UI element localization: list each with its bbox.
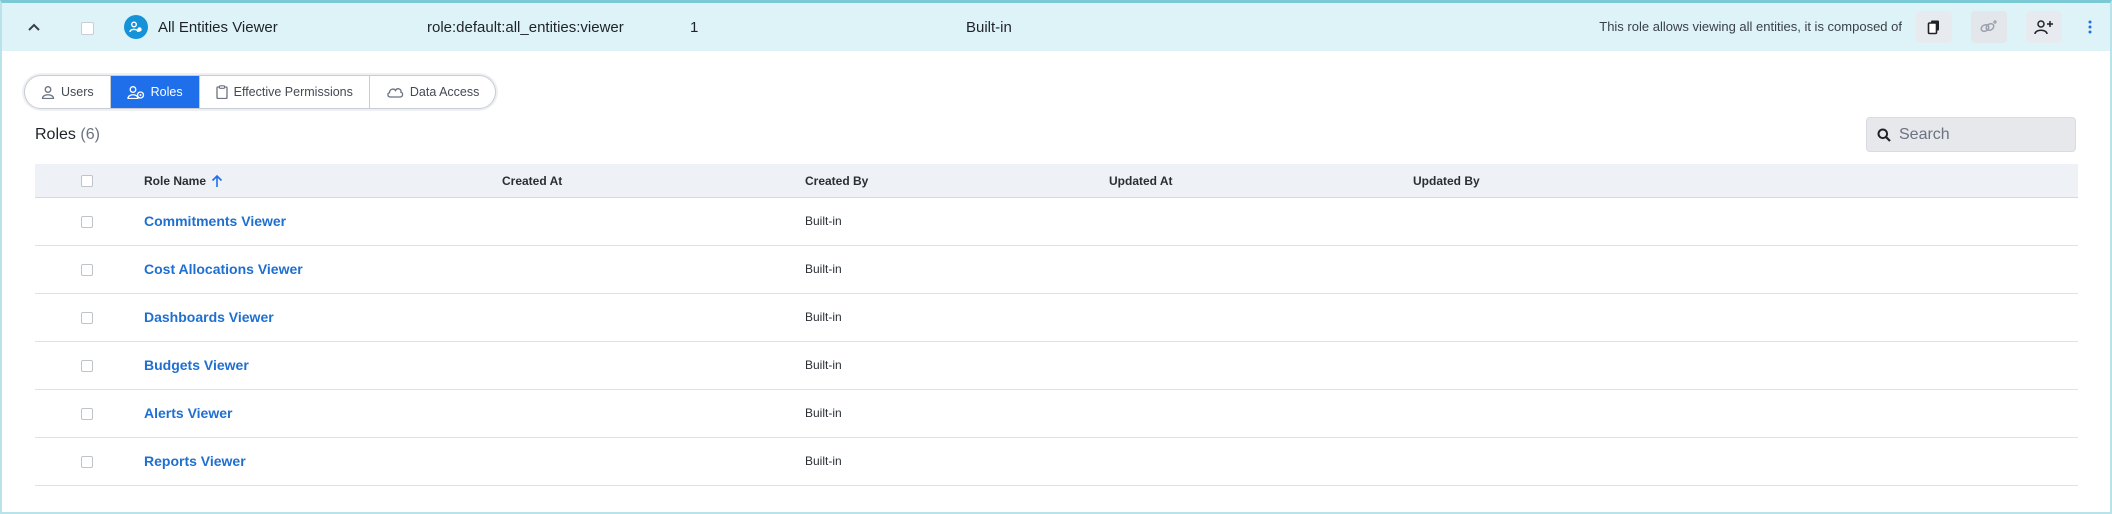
- column-header-updated-by[interactable]: Updated By: [1413, 174, 1480, 188]
- detail-tabs: Users Roles Effective Permissions Data A…: [24, 75, 497, 109]
- role-name-link[interactable]: Reports Viewer: [144, 453, 246, 469]
- section-title-label: Roles: [35, 126, 76, 143]
- role-name: All Entities Viewer: [158, 19, 278, 36]
- copy-icon: [1927, 20, 1939, 35]
- role-header-row[interactable]: All Entities Viewer role:default:all_ent…: [2, 3, 2110, 51]
- table-row[interactable]: Reports Viewer Built-in: [35, 438, 2078, 486]
- created-by-cell: Built-in: [805, 262, 842, 276]
- role-name-link[interactable]: Dashboards Viewer: [144, 309, 274, 325]
- role-type: Built-in: [966, 19, 1012, 36]
- chevron-up-icon[interactable]: [24, 17, 44, 37]
- created-by-cell: Built-in: [805, 310, 842, 324]
- created-by-cell: Built-in: [805, 358, 842, 372]
- section-title: Roles (6): [35, 126, 100, 144]
- tab-users-label: Users: [61, 85, 94, 99]
- row-checkbox[interactable]: [81, 312, 93, 324]
- row-checkbox[interactable]: [81, 456, 93, 468]
- role-name-link[interactable]: Budgets Viewer: [144, 357, 249, 373]
- table-row[interactable]: Budgets Viewer Built-in: [35, 342, 2078, 390]
- tab-data-access-label: Data Access: [409, 85, 480, 99]
- column-header-updated-at[interactable]: Updated At: [1109, 174, 1173, 188]
- row-checkbox[interactable]: [81, 408, 93, 420]
- created-by-cell: Built-in: [805, 406, 842, 420]
- link-role-button[interactable]: [1971, 11, 2007, 43]
- role-key: role:default:all_entities:viewer: [427, 19, 624, 36]
- select-all-checkbox[interactable]: [81, 175, 93, 187]
- sort-ascending-icon[interactable]: [210, 174, 224, 188]
- add-user-button[interactable]: [2026, 11, 2062, 43]
- roles-icon: [127, 86, 144, 99]
- table-row[interactable]: Alerts Viewer Built-in: [35, 390, 2078, 438]
- tab-effective-permissions-label: Effective Permissions: [233, 85, 353, 99]
- role-name-link[interactable]: Alerts Viewer: [144, 405, 232, 421]
- created-by-cell: Built-in: [805, 454, 842, 468]
- tab-roles[interactable]: Roles: [110, 76, 200, 108]
- clipboard-icon: [215, 85, 228, 99]
- column-header-created-by[interactable]: Created By: [805, 174, 868, 188]
- table-row[interactable]: Commitments Viewer Built-in: [35, 198, 2078, 246]
- role-description: This role allows viewing all entities, i…: [1599, 19, 1902, 34]
- row-checkbox[interactable]: [81, 360, 93, 372]
- section-count: (6): [80, 126, 100, 143]
- column-header-role-name-label: Role Name: [144, 174, 207, 188]
- column-header-role-name[interactable]: Role Name: [144, 174, 224, 188]
- role-user-count: 1: [690, 19, 699, 36]
- row-checkbox[interactable]: [81, 264, 93, 276]
- tab-users[interactable]: Users: [25, 76, 111, 108]
- row-checkbox[interactable]: [81, 22, 94, 35]
- role-name-link[interactable]: Cost Allocations Viewer: [144, 261, 303, 277]
- search-box[interactable]: [1866, 117, 2076, 152]
- column-header-created-at[interactable]: Created At: [502, 174, 562, 188]
- more-vertical-icon[interactable]: [2082, 17, 2098, 37]
- tab-effective-permissions[interactable]: Effective Permissions: [200, 76, 370, 108]
- table-row[interactable]: Dashboards Viewer Built-in: [35, 294, 2078, 342]
- role-name-link[interactable]: Commitments Viewer: [144, 213, 286, 229]
- search-icon: [1877, 128, 1891, 142]
- created-by-cell: Built-in: [805, 214, 842, 228]
- tab-data-access[interactable]: Data Access: [370, 76, 495, 108]
- search-input[interactable]: [1899, 125, 2059, 144]
- table-row[interactable]: Cost Allocations Viewer Built-in: [35, 246, 2078, 294]
- roles-table: Role Name Created At Created By Updated …: [35, 164, 2078, 486]
- add-user-icon: [2034, 20, 2053, 35]
- user-icon: [41, 86, 55, 99]
- tab-roles-label: Roles: [150, 85, 183, 99]
- role-group-icon: [124, 15, 148, 39]
- link-add-icon: [1980, 20, 1997, 33]
- copy-button[interactable]: [1916, 11, 1952, 43]
- row-checkbox[interactable]: [81, 216, 93, 228]
- cloud-icon: [387, 88, 404, 98]
- table-header: Role Name Created At Created By Updated …: [35, 164, 2078, 198]
